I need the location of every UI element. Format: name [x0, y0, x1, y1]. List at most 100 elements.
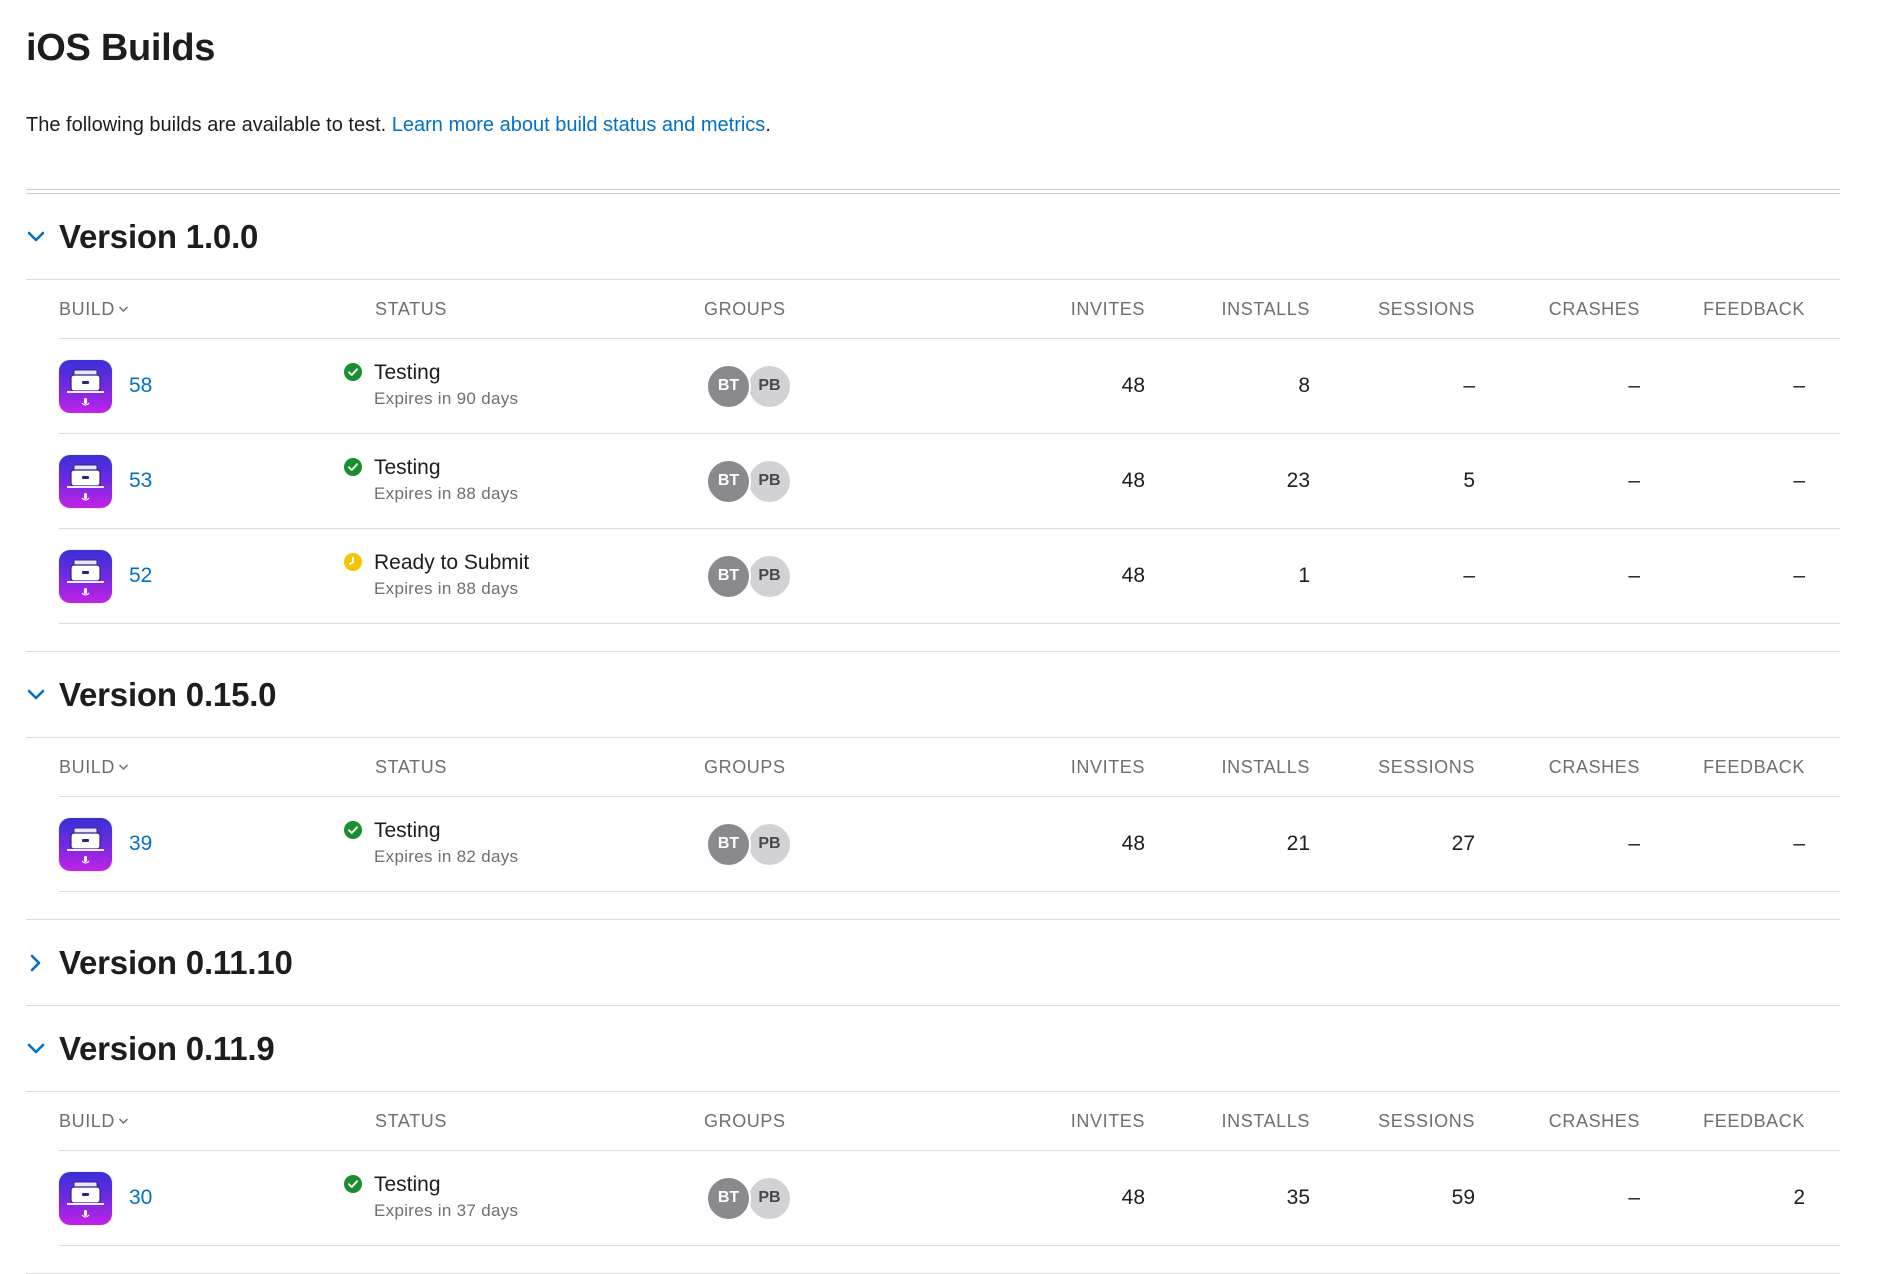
builds-table: BUILD STATUS GROUPS INVITES INSTALLS SESSIONS…: [59, 738, 1840, 892]
column-header-groups: GROUPS: [704, 298, 786, 319]
version-header[interactable]: Version 1.0.0: [26, 194, 1840, 280]
crashes-value: –: [1628, 1186, 1640, 1209]
build-number-link[interactable]: 52: [129, 564, 152, 588]
column-header-status: STATUS: [375, 298, 447, 319]
expiry-label: Expires in 88 days: [374, 579, 519, 598]
invites-value: 48: [1121, 832, 1145, 855]
installs-value: 1: [1298, 564, 1310, 587]
versions-list: Version 1.0.0 BUILD STATUS GROUPS INVITES INS…: [26, 194, 1890, 1274]
groups-cell: BT PB: [704, 821, 934, 867]
column-header-build[interactable]: BUILD: [59, 757, 344, 778]
subtitle-text: The following builds are available to te…: [26, 114, 392, 136]
column-build-label: BUILD: [59, 298, 116, 319]
status-cell: Testing Expires in 88 days: [344, 455, 704, 507]
sessions-value: –: [1463, 564, 1475, 587]
column-header-invites: INVITES: [1070, 756, 1145, 777]
sort-caret-icon[interactable]: [118, 763, 129, 771]
section-divider: [26, 1246, 1840, 1274]
column-build-label: BUILD: [59, 1110, 116, 1131]
section-divider: [26, 892, 1840, 920]
chevron-down-icon[interactable]: [26, 1034, 59, 1064]
feedback-value: 2: [1793, 1186, 1805, 1209]
group-avatar[interactable]: BT: [706, 821, 751, 867]
status-check-icon: [344, 363, 362, 381]
group-avatar[interactable]: BT: [706, 1175, 751, 1221]
sort-caret-icon[interactable]: [118, 1117, 129, 1125]
group-avatar[interactable]: PB: [747, 458, 792, 504]
status-cell: Testing Expires in 82 days: [344, 818, 704, 870]
version-section: Version 0.15.0 BUILD STATUS GROUPS INVITES IN…: [26, 652, 1840, 920]
column-header-sessions: SESSIONS: [1378, 756, 1475, 777]
build-number-link[interactable]: 58: [129, 374, 152, 398]
app-icon: [59, 1171, 112, 1225]
learn-more-link[interactable]: Learn more about build status and metric…: [392, 114, 766, 136]
column-build-label: BUILD: [59, 756, 116, 777]
column-header-build[interactable]: BUILD: [59, 1111, 344, 1132]
column-header-build[interactable]: BUILD: [59, 299, 344, 320]
builds-table: BUILD STATUS GROUPS INVITES INSTALLS SESSIONS…: [59, 280, 1840, 624]
build-number-link[interactable]: 53: [129, 469, 152, 493]
column-header-installs: INSTALLS: [1221, 1110, 1310, 1131]
table-row[interactable]: 53 Testing Expires in 88 days BT PB 48 23 5 – –: [59, 434, 1840, 529]
status-label: Testing: [374, 456, 441, 479]
version-header[interactable]: Version 0.11.9: [26, 1006, 1840, 1092]
sort-caret-icon[interactable]: [118, 305, 129, 313]
group-avatar[interactable]: PB: [747, 553, 792, 599]
expiry-label: Expires in 90 days: [374, 389, 519, 408]
table-header: BUILD STATUS GROUPS INVITES INSTALLS SESSIONS…: [59, 738, 1840, 797]
table-row[interactable]: 52 Ready to Submit Expires in 88 days BT PB 4…: [59, 529, 1840, 624]
build-cell: 58: [59, 359, 344, 413]
column-header-crashes: CRASHES: [1548, 298, 1640, 319]
column-header-feedback: FEEDBACK: [1703, 1110, 1805, 1131]
version-header[interactable]: Version 0.15.0: [26, 652, 1840, 738]
status-text: Testing Expires in 82 days: [374, 818, 518, 870]
table-header: BUILD STATUS GROUPS INVITES INSTALLS SESSIONS…: [59, 1092, 1840, 1151]
group-avatar[interactable]: PB: [747, 821, 792, 867]
status-cell: Testing Expires in 90 days: [344, 360, 704, 412]
status-text: Ready to Submit Expires in 88 days: [374, 550, 529, 602]
version-title: Version 0.15.0: [59, 675, 277, 713]
column-header-invites: INVITES: [1070, 1110, 1145, 1131]
expiry-label: Expires in 37 days: [374, 1201, 519, 1220]
version-title: Version 0.11.9: [59, 1029, 275, 1067]
sessions-value: 59: [1451, 1186, 1475, 1209]
invites-value: 48: [1121, 374, 1145, 397]
group-avatar[interactable]: PB: [747, 1175, 792, 1221]
table-row[interactable]: 30 Testing Expires in 37 days BT PB 48 35 59 – 2: [59, 1151, 1840, 1246]
build-cell: 52: [59, 549, 344, 603]
sessions-value: 5: [1463, 469, 1475, 492]
column-header-sessions: SESSIONS: [1378, 298, 1475, 319]
invites-value: 48: [1121, 469, 1145, 492]
version-title: Version 1.0.0: [59, 217, 259, 255]
installs-value: 8: [1298, 374, 1310, 397]
column-header-installs: INSTALLS: [1221, 756, 1310, 777]
column-header-groups: GROUPS: [704, 1110, 786, 1131]
crashes-value: –: [1628, 374, 1640, 397]
status-text: Testing Expires in 37 days: [374, 1172, 518, 1224]
invites-value: 48: [1121, 564, 1145, 587]
status-label: Testing: [374, 819, 441, 842]
build-number-link[interactable]: 39: [129, 832, 152, 856]
group-avatar[interactable]: PB: [747, 363, 792, 409]
status-label: Testing: [374, 1173, 441, 1196]
table-row[interactable]: 39 Testing Expires in 82 days BT PB 48 21 27 – –: [59, 797, 1840, 892]
expiry-label: Expires in 88 days: [374, 484, 519, 503]
build-number-link[interactable]: 30: [129, 1186, 152, 1210]
groups-cell: BT PB: [704, 458, 934, 504]
builds-table: BUILD STATUS GROUPS INVITES INSTALLS SESSIONS…: [59, 1092, 1840, 1246]
chevron-right-icon[interactable]: [26, 948, 59, 978]
version-header[interactable]: Version 0.11.10: [26, 920, 1840, 1006]
column-header-sessions: SESSIONS: [1378, 1110, 1475, 1131]
version-section: Version 0.11.9 BUILD STATUS GROUPS INVITES IN…: [26, 1006, 1840, 1274]
group-avatar[interactable]: BT: [706, 363, 751, 409]
table-header: BUILD STATUS GROUPS INVITES INSTALLS SESSIONS…: [59, 280, 1840, 339]
build-cell: 53: [59, 454, 344, 508]
groups-cell: BT PB: [704, 553, 934, 599]
chevron-down-icon[interactable]: [26, 680, 59, 710]
column-header-groups: GROUPS: [704, 756, 786, 777]
chevron-down-icon[interactable]: [26, 222, 59, 252]
group-avatar[interactable]: BT: [706, 458, 751, 504]
group-avatar[interactable]: BT: [706, 553, 751, 599]
table-row[interactable]: 58 Testing Expires in 90 days BT PB 48 8 – – –: [59, 339, 1840, 434]
groups-cell: BT PB: [704, 363, 934, 409]
